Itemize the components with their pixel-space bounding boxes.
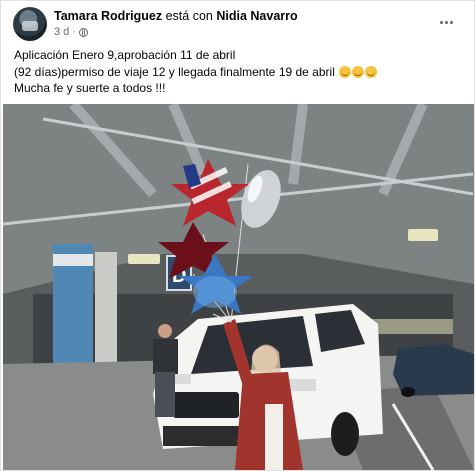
avatar[interactable] <box>13 7 47 41</box>
tagged-name[interactable]: Nidia Navarro <box>216 9 297 23</box>
post-author-line: Tamara Rodriguez está con Nidia Navarro <box>54 9 298 23</box>
smile-emoji-icon <box>365 65 378 78</box>
meta-separator: · <box>72 26 76 38</box>
globe-icon <box>78 27 88 37</box>
post-meta: 3 d · <box>54 26 88 38</box>
post-text-line-2-wrap: (92 días)permiso de viaje 12 y llegada f… <box>14 64 462 81</box>
more-options-button[interactable] <box>436 15 456 29</box>
photo-illustration: D <box>3 104 474 470</box>
post-header: Tamara Rodriguez está con Nidia Navarro … <box>13 7 462 41</box>
author-name[interactable]: Tamara Rodriguez <box>54 9 162 23</box>
post-card: Tamara Rodriguez está con Nidia Navarro … <box>0 0 475 471</box>
post-photo[interactable]: D <box>3 104 474 470</box>
post-text: Aplicación Enero 9,aprobación 11 de abri… <box>14 47 462 97</box>
post-text-line-1: Aplicación Enero 9,aprobación 11 de abri… <box>14 48 236 62</box>
dot-icon <box>449 20 453 24</box>
dot-icon <box>444 20 448 24</box>
post-text-line-3: Mucha fe y suerte a todos !!! <box>14 81 166 95</box>
smile-emoji-icon <box>339 65 352 78</box>
with-text: está con <box>165 9 213 23</box>
post-time[interactable]: 3 d <box>54 26 69 38</box>
dot-icon <box>439 20 443 24</box>
post-text-line-2: (92 días)permiso de viaje 12 y llegada f… <box>14 64 335 79</box>
smile-emoji-icon <box>352 65 365 78</box>
